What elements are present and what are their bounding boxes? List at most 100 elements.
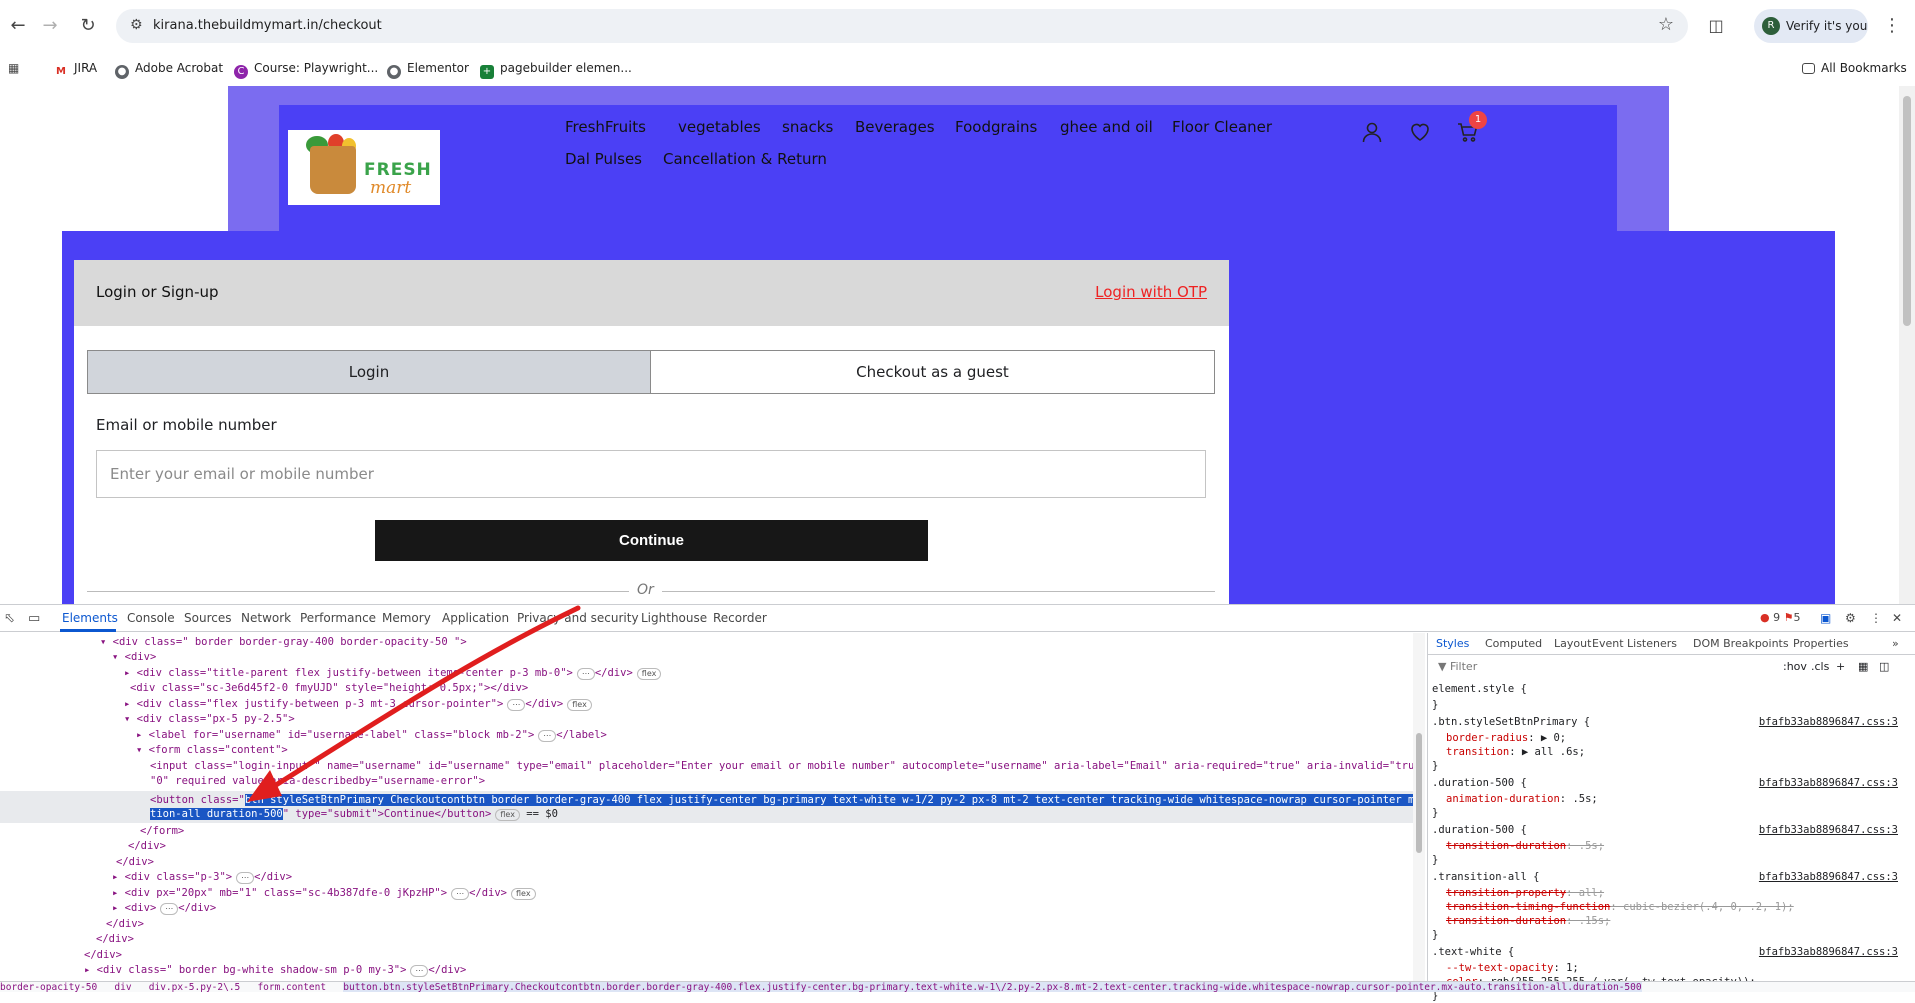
dom-line[interactable]: ▸ <div px="20px" mb="1" class="sc-4b387d… [112, 886, 536, 901]
login-with-otp-link[interactable]: Login with OTP [1095, 283, 1207, 301]
page-scrollbar[interactable] [1899, 86, 1915, 604]
nav-foodgrains[interactable]: Foodgrains [955, 118, 1037, 136]
dom-line[interactable]: ▸ <div class="p-3"> ⋯ </div> [112, 870, 292, 885]
style-selector[interactable]: } [1432, 854, 1902, 867]
style-selector[interactable]: .duration-500 {bfafb33ab8896847.css:3 [1432, 824, 1902, 837]
dom-line[interactable]: ▾ <div class=" border border-gray-400 bo… [100, 635, 467, 650]
dom-line[interactable]: </div> [96, 932, 134, 947]
style-selector[interactable]: } [1432, 699, 1902, 712]
styles-tab[interactable]: Styles [1436, 637, 1469, 650]
nav-ghee-and-oil[interactable]: ghee and oil [1060, 118, 1153, 136]
dom-line[interactable]: </div> [116, 855, 154, 870]
dom-line[interactable]: ▾ <form class="content"> [136, 743, 288, 758]
dom-line[interactable]: <input class="login-input " name="userna… [150, 759, 1413, 774]
nav-snacks[interactable]: snacks [782, 118, 833, 136]
more-tabs-icon[interactable]: » [1892, 637, 1899, 650]
dom-line[interactable]: ▸ <label for="username" id="username-lab… [136, 728, 607, 743]
dom-line[interactable]: ▸ <div class="title-parent flex justify-… [124, 666, 662, 681]
bookmark-pagebuilder[interactable]: + pagebuilder elemen... [480, 61, 632, 79]
filter-input[interactable]: Filter [1450, 660, 1477, 673]
style-selector[interactable]: element.style { [1432, 683, 1902, 696]
tab-recorder[interactable]: Recorder [713, 611, 767, 625]
style-selector[interactable]: .transition-all {bfafb33ab8896847.css:3 [1432, 871, 1902, 884]
style-declaration[interactable]: --tw-text-opacity: 1; [1446, 962, 1579, 975]
cls-toggle[interactable]: .cls [1811, 660, 1829, 673]
continue-button[interactable]: Continue [375, 520, 928, 561]
style-declaration[interactable]: transition: ▶ all .6s; [1446, 746, 1585, 759]
dom-line[interactable]: ▸ <div class="flex justify-between p-3 m… [124, 697, 592, 712]
reload-icon[interactable]: ↻ [76, 14, 100, 38]
dom-scrollbar[interactable] [1413, 633, 1425, 981]
tab-login[interactable]: Login [88, 351, 651, 393]
site-info-icon[interactable]: ⚙ [130, 17, 143, 33]
tab-elements[interactable]: Elements [62, 611, 118, 625]
bookmark-playwright[interactable]: C Course: Playwright... [234, 61, 378, 79]
styles-tab[interactable]: Computed [1485, 637, 1542, 650]
nav-floor-cleaner[interactable]: Floor Cleaner [1172, 118, 1272, 136]
nav-freshfruits[interactable]: FreshFruits [565, 118, 646, 136]
tab-performance[interactable]: Performance [300, 611, 376, 625]
computed-toggle-icon[interactable]: ▦ [1858, 660, 1868, 673]
bookmark-acrobat[interactable]: ● Adobe Acrobat [115, 61, 223, 79]
settings-gear-icon[interactable]: ⚙ [1845, 611, 1856, 625]
issues-counter[interactable]: ● 9 ⚑5 [1760, 611, 1800, 624]
dom-line[interactable]: ▾ <div> [112, 650, 156, 665]
styles-tab[interactable]: DOM Breakpoints [1693, 637, 1789, 650]
inspect-icon[interactable]: ⬁ [4, 611, 15, 626]
devtools-menu-icon[interactable]: ⋮ [1870, 611, 1882, 625]
styles-tab[interactable]: Properties [1793, 637, 1849, 650]
dom-line[interactable]: <div class="sc-3e6d45f2-0 fmyUJD" style=… [130, 681, 528, 696]
dom-line-selected[interactable]: tion-all duration-500" type="submit">Con… [150, 807, 558, 822]
wishlist-heart-icon[interactable] [1405, 120, 1435, 150]
dom-line[interactable]: </div> [128, 839, 166, 854]
menu-kebab-icon[interactable]: ⋮ [1880, 14, 1904, 38]
nav-dal-pulses[interactable]: Dal Pulses [565, 150, 642, 168]
styles-tab[interactable]: Event Listeners [1592, 637, 1677, 650]
site-logo[interactable]: FRESH mart [288, 130, 440, 205]
style-declaration[interactable]: animation-duration: .5s; [1446, 793, 1598, 806]
style-selector[interactable]: } [1432, 760, 1902, 773]
back-icon[interactable]: ← [6, 14, 30, 38]
new-rule-icon[interactable]: + [1836, 660, 1845, 673]
dom-line[interactable]: "0" required value aria-describedby="use… [150, 774, 485, 789]
tab-application[interactable]: Application [442, 611, 509, 625]
hov-toggle[interactable]: :hov [1783, 660, 1807, 673]
tab-memory[interactable]: Memory [382, 611, 431, 625]
dom-line[interactable]: </form> [140, 824, 184, 839]
dom-line[interactable]: ▾ <div class="px-5 py-2.5"> [124, 712, 295, 727]
sidebar-toggle-icon[interactable]: ◫ [1879, 660, 1889, 673]
style-declaration[interactable]: transition-duration: .5s; [1446, 840, 1604, 853]
nav-cancellation-return[interactable]: Cancellation & Return [663, 150, 827, 168]
nav-vegetables[interactable]: vegetables [678, 118, 761, 136]
style-selector[interactable]: .btn.styleSetBtnPrimary {bfafb33ab889684… [1432, 716, 1902, 729]
bookmark-elementor[interactable]: ● Elementor [387, 61, 469, 79]
tab-network[interactable]: Network [241, 611, 291, 625]
tab-checkout-guest[interactable]: Checkout as a guest [651, 351, 1214, 393]
style-selector[interactable]: } [1432, 807, 1902, 820]
dom-line[interactable]: ▸ <div class=" border bg-white shadow-sm… [84, 963, 466, 978]
dom-line-selected[interactable]: <button class="btn styleSetBtnPrimary Ch… [150, 793, 1413, 808]
dom-line[interactable]: </div> [106, 917, 144, 932]
all-bookmarks[interactable]: All Bookmarks [1802, 61, 1907, 75]
nav-beverages[interactable]: Beverages [855, 118, 935, 136]
bookmark-star-icon[interactable]: ☆ [1658, 14, 1674, 35]
forward-icon[interactable]: → [38, 14, 62, 38]
styles-filter[interactable]: ▼ Filter :hov .cls + ▦ ◫ [1438, 660, 1889, 676]
tab-privacy-security[interactable]: Privacy and security [517, 611, 639, 625]
url-text[interactable]: kirana.thebuildmymart.in/checkout [153, 18, 382, 33]
extensions-icon[interactable]: ◫ [1704, 14, 1728, 38]
style-selector[interactable]: } [1432, 929, 1902, 942]
apps-grid-icon[interactable]: ▦ [8, 61, 19, 75]
close-devtools-icon[interactable]: ✕ [1892, 611, 1902, 625]
tab-lighthouse[interactable]: Lighthouse [641, 611, 707, 625]
styles-tab[interactable]: Layout [1554, 637, 1591, 650]
style-selector[interactable]: .duration-500 {bfafb33ab8896847.css:3 [1432, 777, 1902, 790]
style-declaration[interactable]: transition-duration: .15s; [1446, 915, 1610, 928]
ai-assist-icon[interactable]: ▣ [1820, 611, 1831, 625]
dom-scrollbar-thumb[interactable] [1416, 733, 1422, 853]
email-input[interactable] [96, 450, 1206, 498]
address-bar[interactable]: ⚙ kirana.thebuildmymart.in/checkout ☆ [116, 9, 1688, 43]
style-selector[interactable]: .text-white {bfafb33ab8896847.css:3 [1432, 946, 1902, 959]
tab-console[interactable]: Console [127, 611, 175, 625]
page-scrollbar-thumb[interactable] [1903, 96, 1911, 326]
